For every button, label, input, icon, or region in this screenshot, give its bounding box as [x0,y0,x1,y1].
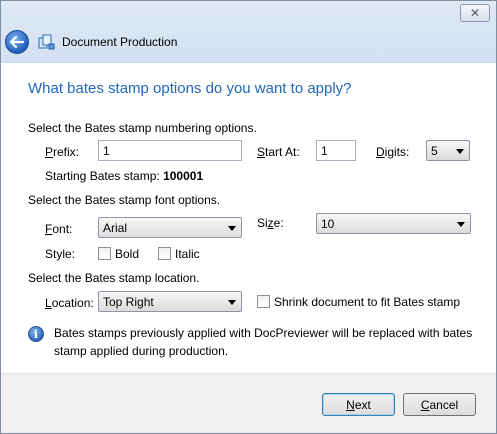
size-label-pre: Si [257,216,268,230]
chevron-down-icon [228,300,236,305]
location-access-key: L [45,296,52,310]
dialog-window: ✕ Document Production What bates stamp o… [0,0,497,434]
close-button[interactable]: ✕ [460,4,490,22]
font-section-label: Select the Bates stamp font options. [28,193,221,207]
font-label: Font: [45,222,72,236]
digits-label: Digits: [376,145,409,159]
digits-label-text: igits: [384,145,410,159]
start-at-label: Start At: [257,145,300,159]
chevron-down-icon [228,226,236,231]
size-label-text: e: [273,216,284,230]
info-line-1: Bates stamps previously applied with Doc… [54,326,473,340]
next-access-key: N [346,397,355,412]
style-label: Style: [45,247,76,261]
main-content: What bates stamp options do you want to … [1,63,496,373]
back-arrow-icon [10,36,24,48]
cancel-access-key: C [420,397,430,412]
prefix-label: Prefix: [45,145,79,159]
font-select[interactable]: Arial [98,217,242,238]
font-label-text: ont: [52,222,73,236]
location-label: Location: [45,296,94,310]
title-bar: ✕ Document Production [1,1,496,63]
window-title: Document Production [62,35,178,49]
digits-select-value: 5 [431,144,438,158]
location-label-text: ocation: [51,296,94,310]
prefix-label-text: refix: [53,145,80,159]
starting-bates-label: Starting Bates stamp: [45,169,160,183]
italic-checkbox[interactable] [158,247,171,260]
close-icon: ✕ [469,6,481,20]
info-icon: i [28,326,44,342]
starting-bates-stamp: Starting Bates stamp: 100001 [45,169,203,183]
dialog-footer: Next Cancel [1,373,496,433]
start-at-label-text: tart At: [265,145,300,159]
starting-bates-value: 100001 [163,169,204,183]
italic-label: Italic [175,247,200,261]
size-select-value: 10 [321,217,335,231]
back-button[interactable] [5,30,29,54]
bold-checkbox[interactable] [98,247,111,260]
location-section-label: Select the Bates stamp location. [28,271,200,285]
chevron-down-icon [456,149,464,154]
digits-access-key: D [376,145,385,159]
info-line-2: stamp applied during production. [54,344,229,358]
start-at-input[interactable]: 1 [316,140,356,161]
start-at-access-key: S [257,145,266,159]
document-production-icon [38,34,55,50]
location-select-value: Top Right [103,295,154,309]
size-select[interactable]: 10 [316,213,471,234]
location-select[interactable]: Top Right [98,291,242,312]
cancel-button[interactable]: Cancel [403,393,476,416]
size-label: Size: [257,216,284,230]
shrink-checkbox[interactable] [257,295,270,308]
prefix-input[interactable]: 1 [98,140,242,161]
shrink-label: Shrink document to fit Bates stamp [274,295,461,309]
cancel-label: ancel [429,397,459,412]
numbering-section-label: Select the Bates stamp numbering options… [28,121,257,135]
font-select-value: Arial [103,221,128,235]
prefix-access-key: P [45,145,54,159]
next-label: ext [354,397,371,412]
bold-label: Bold [115,247,140,261]
digits-select[interactable]: 5 [426,140,470,161]
next-button[interactable]: Next [322,393,395,416]
page-heading: What bates stamp options do you want to … [28,80,352,97]
chevron-down-icon [457,222,465,227]
